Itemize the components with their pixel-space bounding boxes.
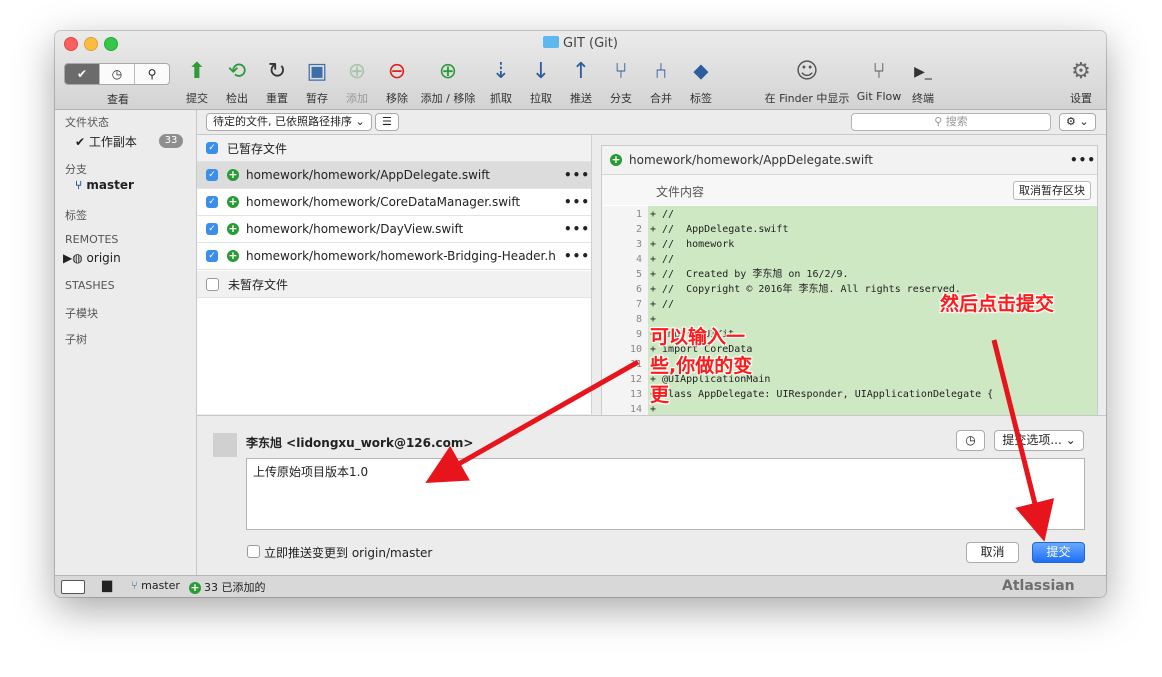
annotation-line: 可以输入一 [650, 326, 746, 348]
arrow-to-message [425, 359, 640, 483]
arrow-to-commit [991, 339, 1055, 542]
annotation-arrows [425, 339, 1055, 542]
annotation-input-hint: 可以输入一 些,你做的变 更 [650, 323, 752, 410]
annotation-line: 些,你做的变 [650, 355, 753, 377]
annotation-line: 更 [650, 384, 670, 406]
annotation-commit-hint: 然后点击提交 [940, 293, 1055, 315]
